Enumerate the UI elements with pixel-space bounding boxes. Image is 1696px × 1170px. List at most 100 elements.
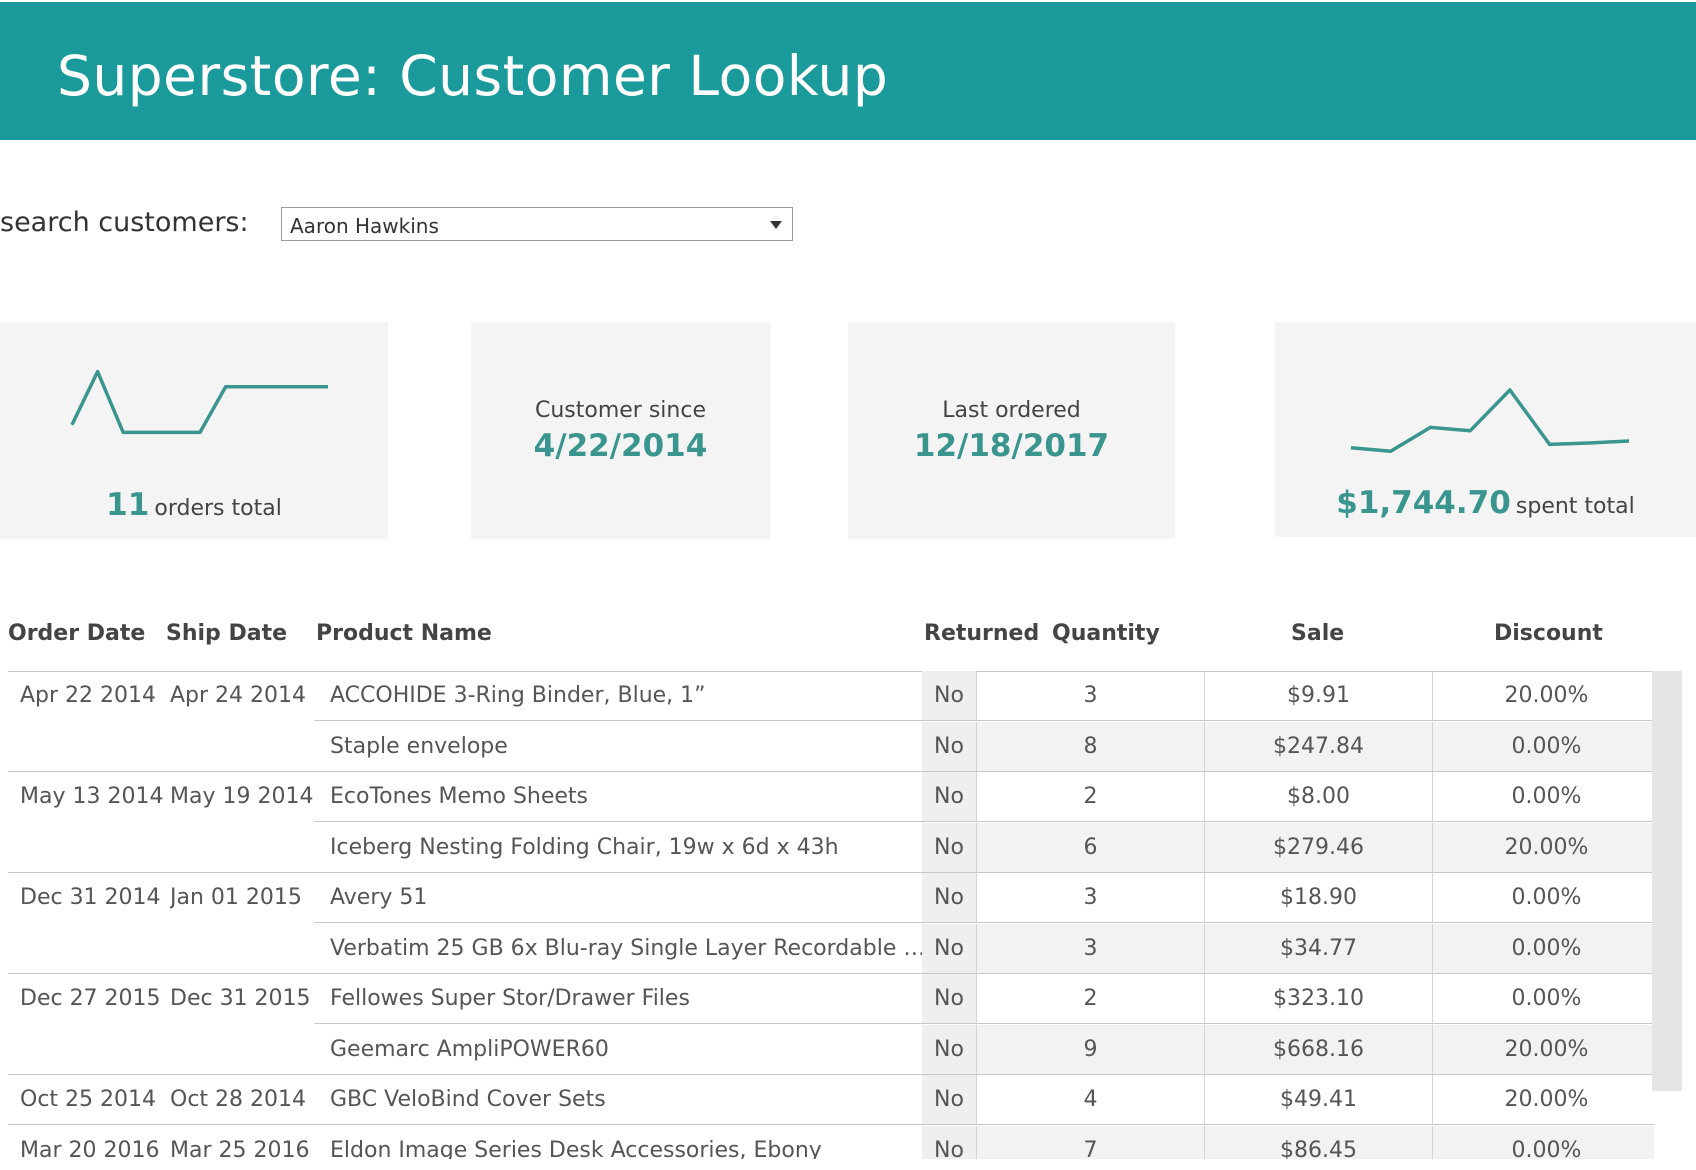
- row-divider: [314, 922, 1654, 923]
- spent-card: $1,744.70 spent total: [1275, 322, 1696, 537]
- last-ordered-card: Last ordered 12/18/2017: [848, 322, 1175, 539]
- product-name-cell: Staple envelope: [330, 734, 508, 759]
- table-row[interactable]: Dec 27 2015 Dec 31 2015 Fellowes Super Sto…: [8, 974, 1654, 1024]
- customer-since-card: Customer since 4/22/2014: [471, 322, 770, 539]
- quantity-cell: 4: [976, 1075, 1204, 1125]
- table-row[interactable]: May 13 2014 May 19 2014 EcoTones Memo Shee…: [8, 772, 1654, 822]
- orders-label: orders total: [154, 496, 282, 521]
- order-date-cell: [20, 1025, 170, 1075]
- returned-cell: No: [922, 924, 976, 974]
- table-row[interactable]: Oct 25 2014 Oct 28 2014 GBC VeloBind Cover…: [8, 1075, 1654, 1125]
- row-divider: [8, 1124, 1654, 1125]
- quantity-cell: 2: [976, 974, 1204, 1024]
- header-ship-date[interactable]: Ship Date: [166, 621, 287, 646]
- header-sale[interactable]: Sale: [1291, 621, 1344, 646]
- sale-cell: $323.10: [1204, 974, 1432, 1024]
- product-name-cell: Avery 51: [330, 885, 428, 910]
- page-title: Superstore: Customer Lookup: [57, 44, 889, 108]
- quantity-cell: 8: [976, 722, 1204, 772]
- table-row[interactable]: Geemarc AmpliPOWER60 No 9 $668.16 20.00%: [8, 1025, 1654, 1075]
- discount-cell: 0.00%: [1432, 722, 1654, 772]
- ship-date-cell: Mar 25 2016: [170, 1138, 310, 1159]
- order-date-cell: Mar 20 2016: [20, 1138, 160, 1159]
- header-returned[interactable]: Returned: [924, 621, 1039, 646]
- order-date-cell: [20, 722, 170, 772]
- returned-cell: No: [922, 1025, 976, 1075]
- product-name-cell: EcoTones Memo Sheets: [330, 784, 589, 809]
- sale-cell: $49.41: [1204, 1075, 1432, 1125]
- quantity-cell: 6: [976, 823, 1204, 873]
- discount-cell: 0.00%: [1432, 1126, 1654, 1159]
- discount-cell: 0.00%: [1432, 873, 1654, 923]
- order-date-cell: [20, 924, 170, 974]
- returned-cell: No: [922, 671, 976, 721]
- product-name-cell: GBC VeloBind Cover Sets: [330, 1087, 606, 1112]
- table-row[interactable]: Verbatim 25 GB 6x Blu-ray Single Layer R…: [8, 924, 1654, 974]
- returned-cell: No: [922, 1075, 976, 1125]
- customer-since-label: Customer since: [534, 398, 706, 423]
- order-date-cell: Apr 22 2014: [20, 683, 157, 708]
- sale-cell: $279.46: [1204, 823, 1432, 873]
- header-discount[interactable]: Discount: [1494, 621, 1603, 646]
- order-date-cell: May 13 2014: [20, 784, 164, 809]
- sale-cell: $668.16: [1204, 1025, 1432, 1075]
- returned-cell: No: [922, 772, 976, 822]
- sale-cell: $86.45: [1204, 1126, 1432, 1159]
- table-row[interactable]: Staple envelope No 8 $247.84 0.00%: [8, 722, 1654, 772]
- orders-table: Apr 22 2014 Apr 24 2014 ACCOHIDE 3-Ring Bi…: [8, 671, 1654, 1159]
- dashboard: Superstore: Customer Lookup search custo…: [0, 0, 1696, 1170]
- discount-cell: 20.00%: [1432, 1075, 1654, 1125]
- table-row[interactable]: Iceberg Nesting Folding Chair, 19w x 6d …: [8, 823, 1654, 873]
- chevron-down-icon[interactable]: [770, 221, 782, 229]
- customer-select[interactable]: Aaron Hawkins: [281, 207, 793, 241]
- quantity-cell: 3: [976, 671, 1204, 721]
- sale-cell: $247.84: [1204, 722, 1432, 772]
- ship-date-cell: Oct 28 2014: [170, 1087, 307, 1112]
- orders-count: 11: [106, 487, 150, 523]
- ship-date-cell: Dec 31 2015: [170, 986, 311, 1011]
- ship-date-cell: May 19 2014: [170, 784, 314, 809]
- product-name-cell: Eldon Image Series Desk Accessories, Ebo…: [330, 1138, 822, 1159]
- last-ordered-label: Last ordered: [942, 398, 1081, 423]
- table-row[interactable]: Apr 22 2014 Apr 24 2014 ACCOHIDE 3-Ring Bi…: [8, 671, 1654, 721]
- spent-label: spent total: [1515, 494, 1635, 519]
- ship-date-cell: Apr 24 2014: [170, 683, 307, 708]
- last-ordered-value: 12/18/2017: [913, 428, 1110, 464]
- quantity-cell: 7: [976, 1126, 1204, 1159]
- quantity-cell: 3: [976, 873, 1204, 923]
- order-date-cell: Dec 31 2014: [20, 885, 161, 910]
- quantity-cell: 3: [976, 924, 1204, 974]
- table-scrollbar[interactable]: [1652, 671, 1682, 1091]
- header-order-date[interactable]: Order Date: [8, 621, 145, 646]
- sale-cell: $9.91: [1204, 671, 1432, 721]
- row-divider: [314, 821, 1654, 822]
- spent-sparkline: [1350, 388, 1630, 453]
- product-name-cell: Iceberg Nesting Folding Chair, 19w x 6d …: [330, 835, 839, 860]
- returned-cell: No: [922, 873, 976, 923]
- search-label: search customers:: [0, 207, 249, 238]
- customer-since-value: 4/22/2014: [533, 428, 708, 464]
- ship-date-cell: [170, 924, 318, 974]
- row-divider: [314, 1023, 1654, 1024]
- product-name-cell: Geemarc AmpliPOWER60: [330, 1037, 609, 1062]
- header-quantity[interactable]: Quantity: [1052, 621, 1160, 646]
- header-product-name[interactable]: Product Name: [316, 621, 492, 646]
- discount-cell: 0.00%: [1432, 772, 1654, 822]
- product-name-cell: Verbatim 25 GB 6x Blu-ray Single Layer R…: [330, 936, 930, 961]
- ship-date-cell: [170, 1025, 318, 1075]
- orders-total: 11 orders total: [0, 487, 388, 523]
- table-row[interactable]: Mar 20 2016 Mar 25 2016 Eldon Image Series…: [8, 1126, 1654, 1159]
- returned-cell: No: [922, 823, 976, 873]
- order-date-cell: Oct 25 2014: [20, 1087, 157, 1112]
- discount-cell: 20.00%: [1432, 823, 1654, 873]
- order-date-cell: [20, 823, 170, 873]
- sale-cell: $8.00: [1204, 772, 1432, 822]
- table-row[interactable]: Dec 31 2014 Jan 01 2015 Avery 51 No 3 $18.90 0…: [8, 873, 1654, 923]
- header-bar: Superstore: Customer Lookup: [0, 2, 1696, 140]
- ship-date-cell: Jan 01 2015: [170, 885, 302, 910]
- returned-cell: No: [922, 1126, 976, 1159]
- order-date-cell: Dec 27 2015: [20, 986, 161, 1011]
- ship-date-cell: [170, 823, 318, 873]
- discount-cell: 20.00%: [1432, 1025, 1654, 1075]
- spent-total: $1,744.70 spent total: [1275, 485, 1696, 521]
